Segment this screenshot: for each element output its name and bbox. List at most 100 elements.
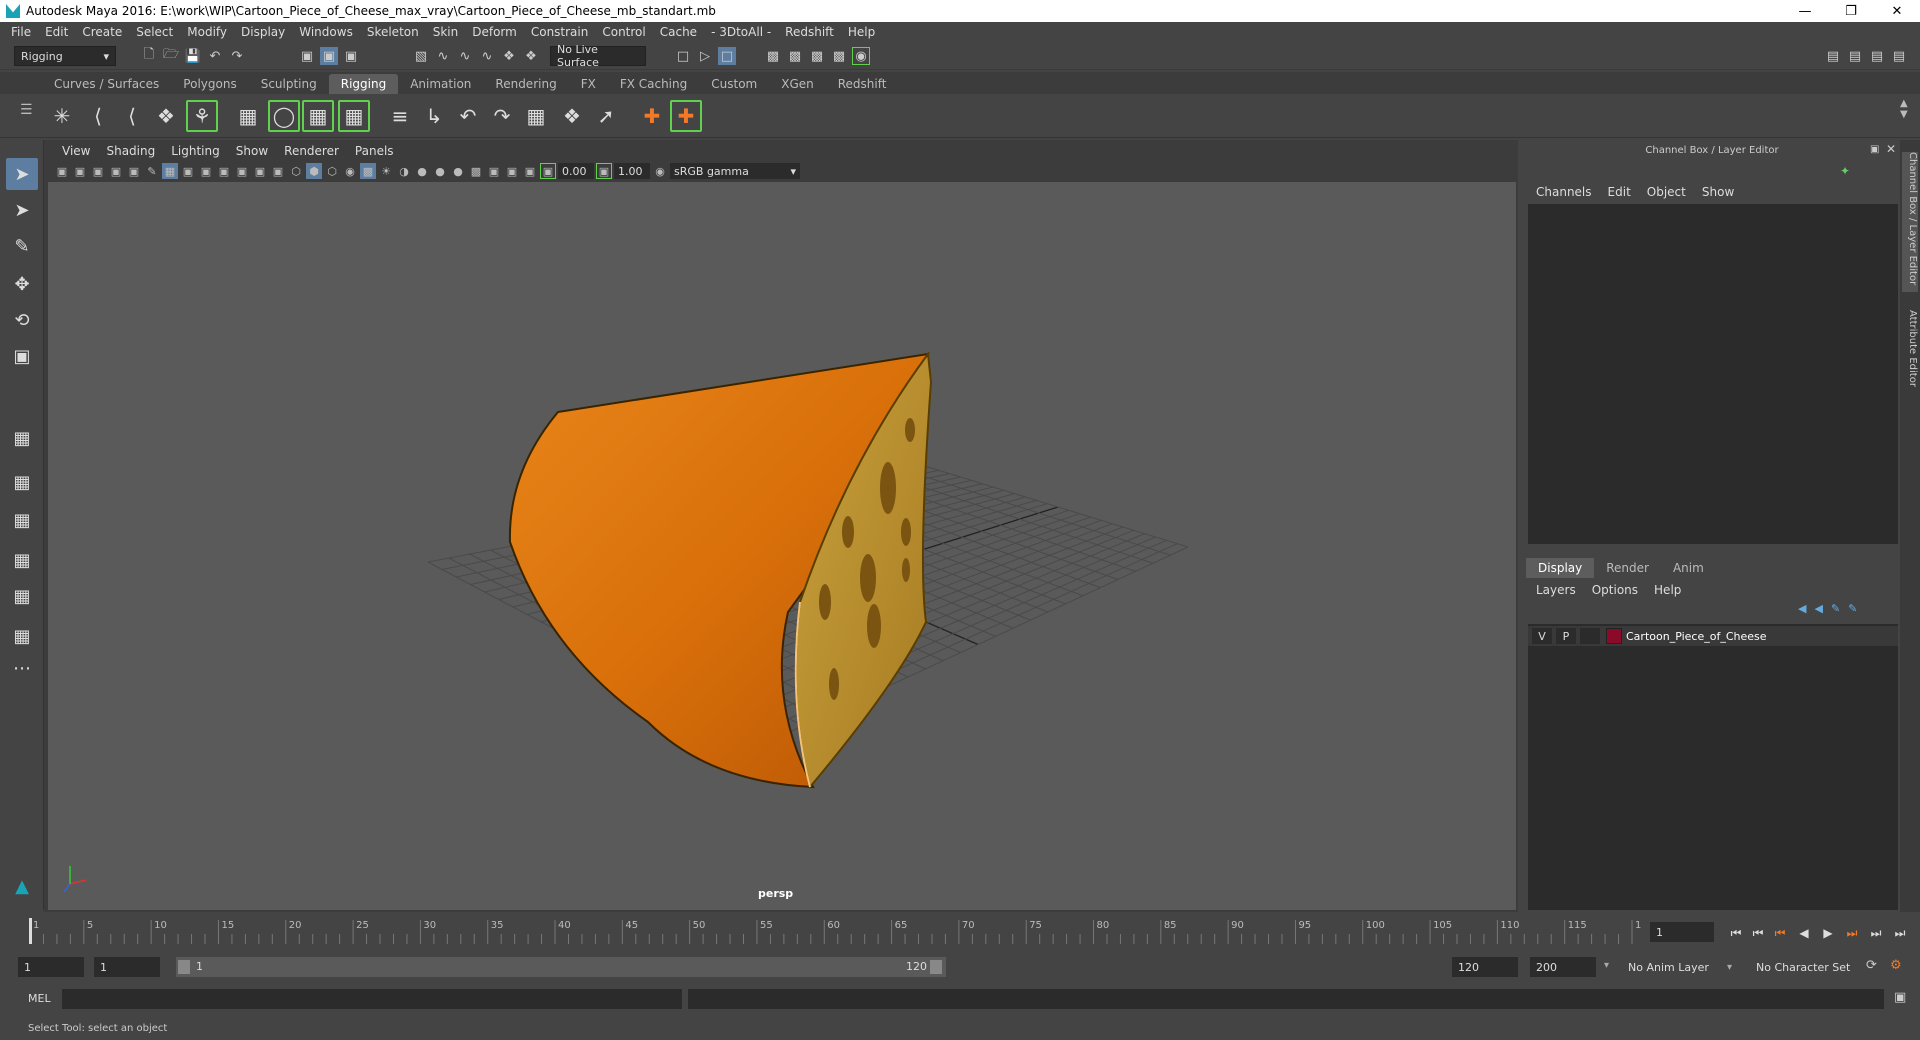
new-layer-icon[interactable]: ✎ [1831,602,1840,615]
persp-outliner-icon[interactable]: ▦ [6,544,38,576]
select-hierarchy-icon[interactable]: ▣ [298,47,316,65]
layer-display-type[interactable] [1580,628,1600,644]
ipr-render-icon[interactable]: ▩ [808,47,826,65]
vp-menu-show[interactable]: Show [228,144,276,158]
xray-joints-icon[interactable]: ▣ [504,163,520,179]
menu-deform[interactable]: Deform [465,25,524,39]
tab-render[interactable]: Render [1594,558,1661,578]
xray-icon[interactable]: ▣ [486,163,502,179]
paint-select-tool-icon[interactable]: ✎ [6,230,38,262]
smooth-bind-icon[interactable]: ◯ [268,100,300,132]
tab-display[interactable]: Display [1526,558,1595,578]
move-tool-icon[interactable]: ✥ [6,268,38,300]
gamma-icon[interactable]: ▣ [596,163,612,179]
select-object-icon[interactable]: ▣ [320,47,338,65]
end-time-field[interactable]: 200 [1530,957,1596,977]
snap-surface-icon[interactable]: ❖ [500,47,518,65]
minimize-button[interactable]: — [1782,0,1828,22]
redo-icon[interactable]: ↷ [228,47,246,65]
vp-menu-shading[interactable]: Shading [98,144,163,158]
chevron-down-icon[interactable]: ▾ [1604,960,1609,971]
le-menu-layers[interactable]: Layers [1528,583,1584,597]
gamma-field[interactable]: 1.00 [614,163,650,179]
layer-visibility-toggle[interactable]: V [1532,628,1552,644]
snap-view-icon[interactable]: ∿ [478,47,496,65]
tool-settings-toggle-icon[interactable]: ▤ [1868,47,1886,65]
vp-menu-renderer[interactable]: Renderer [276,144,347,158]
render-view-icon[interactable]: ▩ [764,47,782,65]
move-layer-down-icon[interactable]: ◀ [1814,602,1822,615]
mode-dropdown[interactable]: Rigging ▾ [14,46,116,66]
cheese-model[interactable] [508,351,933,790]
le-menu-help[interactable]: Help [1646,583,1689,597]
exposure-icon[interactable]: ▣ [540,163,556,179]
orient-constraint-icon[interactable]: ↷ [486,100,518,132]
menu-edit[interactable]: Edit [38,25,75,39]
use-all-lights-icon[interactable]: ▩ [360,163,376,179]
ik-handle-icon[interactable]: ⟨ [82,100,114,132]
menu-3dtoall[interactable]: - 3DtoAll - [704,25,778,39]
menu-skeleton[interactable]: Skeleton [360,25,426,39]
select-component-icon[interactable]: ▣ [342,47,360,65]
safe-action-icon[interactable]: ▣ [252,163,268,179]
le-menu-options[interactable]: Options [1584,583,1646,597]
menu-control[interactable]: Control [595,25,652,39]
set-driven-key-icon[interactable]: ✚ [670,100,702,132]
current-frame-marker[interactable] [29,918,32,944]
vp-menu-lighting[interactable]: Lighting [163,144,228,158]
live-surface-field[interactable]: No Live Surface [550,43,646,69]
persp-graph-icon[interactable]: ▦ [6,580,38,612]
current-frame-field[interactable]: 1 [1650,922,1714,942]
color-space-dropdown[interactable]: sRGB gamma ▾ [670,163,800,179]
aim-constraint-icon[interactable]: ↶ [452,100,484,132]
joint-tool-icon[interactable]: ✳ [46,100,78,132]
pole-vector-icon[interactable]: ➚ [590,100,622,132]
open-scene-icon[interactable]: 🗁 [162,47,180,65]
motion-blur-icon[interactable]: ● [414,163,430,179]
3d-viewport[interactable]: persp [48,182,1516,910]
screen-space-ao-icon[interactable]: ◑ [396,163,412,179]
camera-attributes-icon[interactable]: ▣ [72,163,88,179]
four-pane-icon[interactable]: ▦ [6,466,38,498]
humanik-icon[interactable]: ⚘ [186,100,218,132]
step-forward-key-icon[interactable]: ⏭ [1844,925,1860,941]
ik-spline-icon[interactable]: ⟨ [116,100,148,132]
tab-anim[interactable]: Anim [1661,558,1716,578]
shelf-tab-fx-caching[interactable]: FX Caching [608,74,699,94]
vp-menu-panels[interactable]: Panels [347,144,402,158]
cluster-icon[interactable]: ▦ [338,100,370,132]
channel-box-toggle-icon[interactable]: ▤ [1890,47,1908,65]
safe-title-icon[interactable]: ▣ [270,163,286,179]
more-layouts-icon[interactable]: ⋯ [6,652,38,684]
snap-curve-icon[interactable]: ∿ [434,47,452,65]
shelf-scroll-icon[interactable]: ▲ ▼ [1900,98,1908,120]
layer-color-swatch[interactable] [1606,628,1622,644]
grid-toggle-icon[interactable]: ▦ [162,163,178,179]
close-button[interactable]: ✕ [1874,0,1920,22]
point-constraint-icon[interactable]: ↳ [418,100,450,132]
new-scene-icon[interactable]: 🗋 [140,47,158,65]
scale-tool-icon[interactable]: ▣ [6,340,38,372]
output-ops-icon[interactable]: ▷ [696,47,714,65]
cb-menu-object[interactable]: Object [1639,185,1694,199]
construction-history-icon[interactable]: □ [718,47,736,65]
menu-create[interactable]: Create [75,25,129,39]
attribute-editor-toggle-icon[interactable]: ▤ [1846,47,1864,65]
menu-select[interactable]: Select [129,25,180,39]
restore-button[interactable]: ❐ [1828,0,1874,22]
paint-weights-icon[interactable]: ≡ [384,100,416,132]
menu-display[interactable]: Display [234,25,292,39]
hypershade-layout-icon[interactable]: ▦ [6,620,38,652]
shelf-tab-rendering[interactable]: Rendering [483,74,568,94]
step-forward-icon[interactable]: ⏭ [1868,925,1884,941]
single-pane-icon[interactable]: ▦ [6,422,38,454]
undo-icon[interactable]: ↶ [206,47,224,65]
shelf-tab-animation[interactable]: Animation [398,74,483,94]
cb-menu-show[interactable]: Show [1694,185,1742,199]
select-tool-icon[interactable]: ➤ [6,158,38,190]
isolate-select-icon[interactable]: ▩ [468,163,484,179]
shelf-tab-fx[interactable]: FX [569,74,608,94]
shelf-options-icon[interactable]: ☰ [20,102,33,118]
locator-icon[interactable]: ✚ [636,100,668,132]
shelf-tab-redshift[interactable]: Redshift [826,74,899,94]
